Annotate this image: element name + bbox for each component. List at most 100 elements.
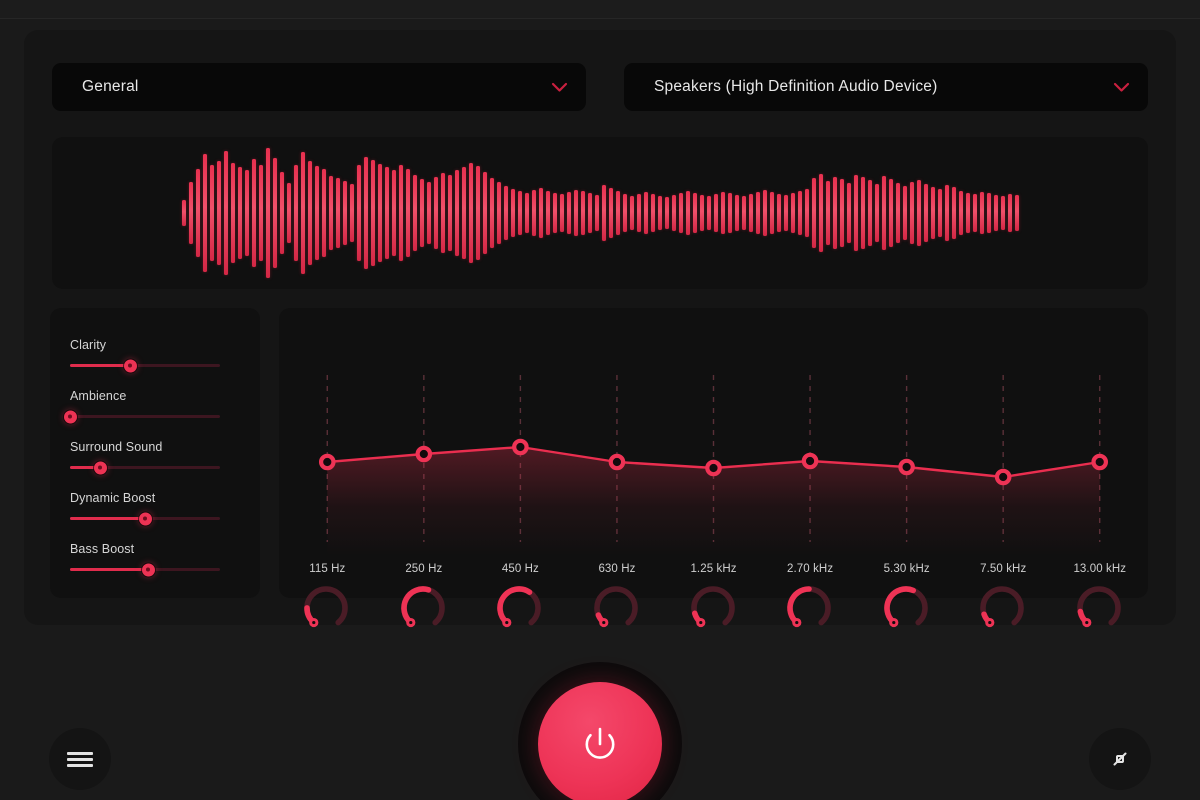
- eq-response-curve[interactable]: [279, 308, 1148, 556]
- waveform-bar: [958, 191, 963, 235]
- waveform-bar: [286, 183, 291, 243]
- eq-point-handle[interactable]: [512, 438, 529, 456]
- knob-band-115hz[interactable]: [279, 582, 376, 638]
- slider-track[interactable]: [70, 512, 220, 525]
- knob-band-630hz[interactable]: [569, 582, 666, 638]
- waveform-bar: [587, 193, 592, 233]
- waveform-bar: [258, 165, 263, 261]
- waveform-bar: [412, 175, 417, 251]
- knob-indicator-dot: [695, 617, 705, 628]
- frequency-label: 630 Hz: [598, 563, 636, 575]
- slider-thumb[interactable]: [63, 410, 77, 423]
- knob-value-arc: [883, 586, 916, 626]
- waveform-bar: [482, 172, 487, 254]
- slider-thumb[interactable]: [138, 512, 152, 525]
- waveform-bar: [650, 194, 655, 232]
- knob-band-7500hz[interactable]: [955, 582, 1052, 638]
- slider-track[interactable]: [70, 359, 220, 372]
- waveform-bar: [489, 178, 494, 248]
- equalizer-app: General Speakers (High Definition Audio …: [0, 0, 1200, 800]
- waveform-bar: [923, 184, 928, 242]
- waveform-bar: [972, 194, 977, 232]
- waveform-bar: [608, 188, 613, 238]
- eq-point-handle[interactable]: [898, 458, 915, 476]
- waveform-bar: [594, 195, 599, 231]
- slider-clarity[interactable]: Clarity: [70, 338, 240, 372]
- waveform-bar: [503, 186, 508, 240]
- waveform-bar: [937, 189, 942, 237]
- waveform-bar: [377, 164, 382, 262]
- waveform-bar: [391, 170, 396, 256]
- device-selector-label: Speakers (High Definition Audio Device): [654, 78, 938, 95]
- eq-point-handle[interactable]: [1091, 453, 1109, 471]
- frequency-label: 450 Hz: [501, 563, 539, 575]
- frequency-label: 2.70 kHz: [787, 563, 834, 575]
- waveform-bar: [601, 185, 606, 241]
- knob-band-5300hz[interactable]: [858, 582, 955, 638]
- slider-label: Clarity: [70, 338, 107, 352]
- menu-button[interactable]: [49, 728, 111, 790]
- waveform-bar: [419, 179, 424, 247]
- waveform-bar: [965, 193, 970, 233]
- slider-surround-sound[interactable]: Surround Sound: [70, 440, 240, 474]
- waveform-bar: [671, 195, 676, 231]
- waveform-bar: [951, 187, 956, 239]
- knob-indicator-dot: [406, 617, 416, 628]
- power-icon: [585, 727, 615, 759]
- slider-thumb[interactable]: [93, 461, 107, 474]
- slider-thumb[interactable]: [123, 359, 137, 372]
- collapse-arrows-icon: [1113, 752, 1127, 766]
- slider-track[interactable]: [70, 563, 220, 576]
- device-selector[interactable]: Speakers (High Definition Audio Device): [624, 63, 1148, 111]
- waveform-bar: [755, 192, 760, 234]
- eq-point-handle[interactable]: [705, 459, 722, 477]
- waveform-bar: [818, 174, 823, 252]
- waveform-bar: [776, 194, 781, 232]
- waveform-bar: [783, 195, 788, 231]
- waveform-bar: [741, 196, 746, 230]
- waveform-bar: [1000, 196, 1005, 230]
- chevron-down-icon: [1113, 82, 1130, 92]
- knob-band-2700hz[interactable]: [762, 582, 859, 638]
- knob-indicator-dot: [1081, 617, 1092, 628]
- eq-point-handle[interactable]: [415, 445, 433, 463]
- slider-thumb[interactable]: [141, 563, 155, 576]
- power-button-ring: [518, 662, 682, 800]
- waveform-bar: [769, 192, 774, 234]
- slider-ambience[interactable]: Ambience: [63, 389, 240, 423]
- slider-dynamic-boost[interactable]: Dynamic Boost: [70, 491, 240, 525]
- eq-point-handle[interactable]: [608, 453, 626, 471]
- knob-band-250hz[interactable]: [376, 582, 473, 638]
- knob-band-1250hz[interactable]: [665, 582, 762, 638]
- waveform-bar: [643, 192, 648, 234]
- eq-point-handle[interactable]: [801, 452, 819, 470]
- waveform-bar: [216, 161, 221, 265]
- slider-track[interactable]: [63, 410, 220, 423]
- waveform-bar: [993, 195, 998, 231]
- effects-sliders-panel: Clarity Ambience Surround Sound Dynamic Boo…: [50, 308, 260, 598]
- chevron-down-icon: [551, 82, 568, 92]
- slider-bass-boost[interactable]: Bass Boost: [70, 542, 240, 576]
- knob-dial-icon: [883, 586, 928, 628]
- knob-band-450hz[interactable]: [472, 582, 569, 638]
- preset-selector-label: General: [82, 78, 139, 95]
- knob-indicator-dot: [888, 617, 899, 628]
- waveform-bar: [559, 194, 564, 232]
- preset-selector[interactable]: General: [52, 63, 586, 111]
- waveform-bar: [860, 177, 865, 249]
- waveform-bar: [636, 194, 641, 232]
- knob-dial-icon: [787, 586, 831, 628]
- knob-band-13000hz[interactable]: [1052, 582, 1149, 638]
- power-button[interactable]: [538, 682, 662, 800]
- eq-point-handle[interactable]: [318, 453, 336, 471]
- waveform-bars: [52, 137, 1148, 289]
- eq-point-handle[interactable]: [994, 468, 1012, 486]
- waveform-bar: [790, 193, 795, 233]
- slider-track[interactable]: [70, 461, 220, 474]
- window-titlebar: [0, 0, 1200, 19]
- knob-indicator-dot: [309, 617, 319, 628]
- collapse-button[interactable]: [1089, 728, 1151, 790]
- knob-dial-icon: [497, 586, 542, 628]
- frequency-label: 5.30 kHz: [883, 563, 930, 575]
- waveform-bar: [181, 200, 186, 226]
